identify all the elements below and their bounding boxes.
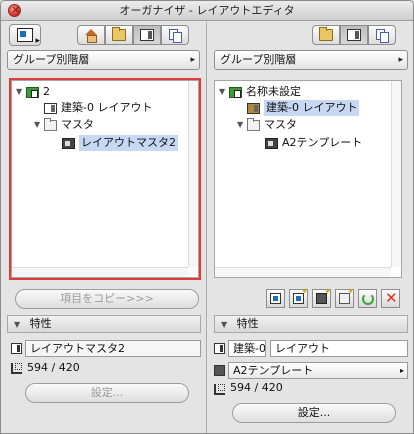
close-window-button[interactable] <box>8 1 21 20</box>
left-tree[interactable]: ▼ 2 建築-0 レイアウト ▼ マスタ レイアウトマスタ2 <box>9 78 201 280</box>
view-mode-menu-button[interactable] <box>9 24 41 46</box>
right-tree[interactable]: ▼ 名称未設定 建築-0 レイアウト ▼ マスタ A2テンプレート <box>214 80 402 278</box>
title-bar: オーガナイザ - レイアウトエディタ <box>1 1 413 21</box>
project-map-button[interactable] <box>77 25 105 45</box>
chevron-icon: ▸ <box>399 366 404 375</box>
disclosure-triangle-icon[interactable]: ▼ <box>219 84 229 100</box>
right-id-field[interactable]: 建築-0 <box>228 340 266 357</box>
left-properties-header[interactable]: ▼ 特性 <box>7 315 201 333</box>
tree-row-label: 建築-0 レイアウト <box>61 101 153 114</box>
master-select-value: A2テンプレート <box>233 364 314 377</box>
right-hierarchy-label: グループ別階層 <box>220 53 297 66</box>
publisher-sets-button[interactable] <box>368 25 396 45</box>
master-layout-icon <box>62 137 75 149</box>
master-select[interactable]: A2テンプレート ▸ <box>228 362 408 379</box>
properties-title: 特性 <box>29 317 52 330</box>
tree-row-label: 名称未設定 <box>246 85 301 98</box>
size-icon <box>11 363 22 374</box>
right-pane: グループ別階層 ▸ ▼ 名称未設定 建築-0 レイアウト ▼ マスタ A2テンプ… <box>208 22 413 433</box>
disclosure-triangle-icon[interactable]: ▼ <box>16 84 26 100</box>
tree-row[interactable]: ▼ マスタ <box>34 117 94 133</box>
layout-sheet-icon <box>44 102 57 114</box>
vertical-scrollbar[interactable] <box>188 81 198 267</box>
vertical-scrollbar[interactable] <box>391 81 401 267</box>
right-settings-button[interactable]: 設定... <box>232 403 396 423</box>
update-button[interactable] <box>358 289 377 308</box>
right-hierarchy-dropdown[interactable]: グループ別階層 ▸ <box>214 50 408 70</box>
right-name-field[interactable]: レイアウト <box>270 340 408 357</box>
properties-title: 特性 <box>236 317 259 330</box>
view-map-icon <box>319 27 333 41</box>
disclosure-triangle-icon[interactable]: ▼ <box>221 320 227 329</box>
disclosure-triangle-icon[interactable]: ▼ <box>237 117 247 133</box>
view-map-button[interactable] <box>312 25 340 45</box>
layout-book-icon <box>347 29 361 41</box>
folder-icon <box>44 117 57 131</box>
tree-row-label: レイアウトマスタ2 <box>79 135 178 151</box>
new-layout-button[interactable] <box>266 289 285 308</box>
disclosure-triangle-icon[interactable]: ▼ <box>34 117 44 133</box>
disclosure-triangle-icon[interactable]: ▼ <box>14 320 20 329</box>
left-name-field[interactable]: レイアウトマスタ2 <box>25 340 201 357</box>
right-toolbar <box>208 22 413 48</box>
left-hierarchy-label: グループ別階層 <box>13 53 90 66</box>
folder-icon <box>247 117 260 131</box>
master-layout-icon <box>265 137 278 149</box>
tree-row[interactable]: ▼ 名称未設定 <box>219 84 301 100</box>
tree-row-label: マスタ <box>264 118 297 131</box>
delete-icon: ✕ <box>385 289 398 307</box>
new-master-icon <box>293 287 308 304</box>
delete-button[interactable]: ✕ <box>381 289 400 308</box>
organizer-window: オーガナイザ - レイアウトエディタ グループ別階層 ▸ <box>0 0 414 434</box>
chevron-icon: ▸ <box>398 55 403 65</box>
new-folder-button[interactable] <box>335 287 354 308</box>
view-map-button[interactable] <box>105 25 133 45</box>
left-hierarchy-dropdown[interactable]: グループ別階層 ▸ <box>7 50 200 70</box>
new-layout-icon <box>270 293 281 304</box>
new-master-button[interactable] <box>289 287 308 308</box>
layout-book-icon <box>140 29 154 41</box>
tree-row-label: A2テンプレート <box>282 136 363 149</box>
horizontal-scrollbar[interactable] <box>215 267 391 277</box>
layout-book-button[interactable] <box>133 25 161 45</box>
publisher-sets-button[interactable] <box>161 25 189 45</box>
left-settings-button[interactable]: 設定... <box>25 383 189 403</box>
left-size-text: 594 / 420 <box>27 361 80 374</box>
chevron-icon: ▸ <box>190 55 195 65</box>
publisher-sets-icon <box>376 29 389 43</box>
right-size-text: 594 / 420 <box>230 381 283 394</box>
plan-view-icon <box>17 28 40 46</box>
publisher-sets-icon <box>169 29 182 43</box>
new-subset-icon <box>316 287 331 304</box>
book-icon <box>26 86 39 98</box>
tree-row-selected[interactable]: 建築-0 レイアウト <box>237 100 360 116</box>
layout-sheet-icon <box>247 102 260 114</box>
tree-row[interactable]: ▼ 2 <box>16 84 50 100</box>
tree-row[interactable]: A2テンプレート <box>255 135 362 151</box>
book-icon <box>229 86 242 98</box>
right-properties-header[interactable]: ▼ 特性 <box>214 315 408 333</box>
layout-icon <box>214 343 225 354</box>
tree-row[interactable]: ▼ マスタ <box>237 117 297 133</box>
left-toolbar <box>1 22 206 48</box>
tree-row-label: マスタ <box>61 118 94 131</box>
tree-row-label: 建築-0 レイアウト <box>264 100 360 116</box>
new-folder-icon <box>339 287 354 304</box>
new-subset-button[interactable] <box>312 287 331 308</box>
horizontal-scrollbar[interactable] <box>12 267 188 277</box>
layout-book-button[interactable] <box>340 25 368 45</box>
tree-row[interactable]: 建築-0 レイアウト <box>34 100 152 116</box>
master-icon <box>214 365 225 376</box>
tree-row-label: 2 <box>43 85 50 98</box>
update-icon <box>361 292 374 305</box>
copy-items-button[interactable]: 項目をコピー>>> <box>15 289 199 309</box>
window-title: オーガナイザ - レイアウトエディタ <box>119 4 295 17</box>
left-pane: グループ別階層 ▸ ▼ 2 建築-0 レイアウト ▼ マスタ <box>1 22 207 433</box>
size-icon <box>214 384 225 395</box>
project-map-icon <box>84 29 98 43</box>
view-map-icon <box>112 27 126 41</box>
tree-row-selected[interactable]: レイアウトマスタ2 <box>52 135 178 151</box>
layout-icon <box>11 343 22 354</box>
